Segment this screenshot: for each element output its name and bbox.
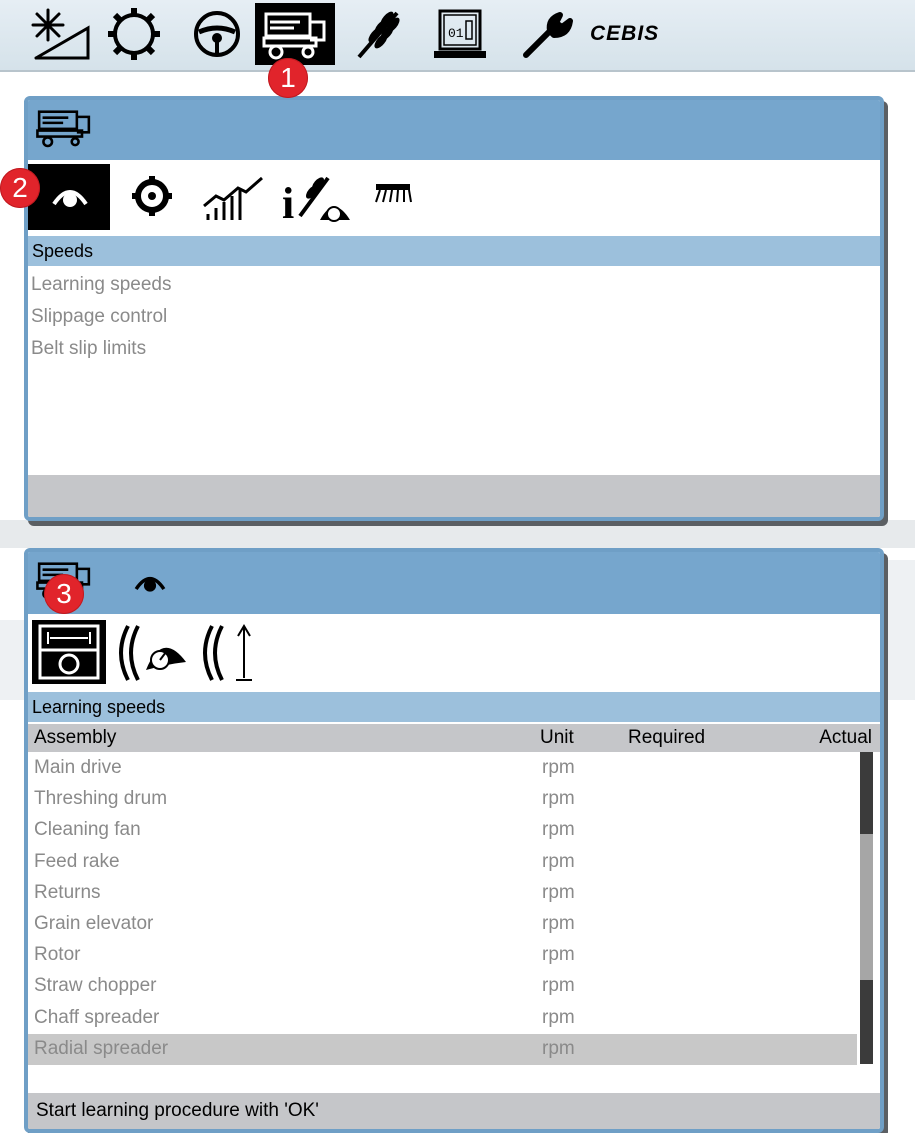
callout-marker-2: 2 [0,168,40,208]
assembly-cell: Feed rake [34,850,120,872]
menu-item-learning-speeds[interactable]: Learning speeds [31,274,172,296]
steering-wheel-icon[interactable] [186,3,248,65]
unit-cell: rpm [542,881,575,903]
svg-text:i: i [282,179,294,226]
machine-settings-window: i Speeds Learning speeds Slippage contro… [24,96,884,521]
tab-drive-height[interactable] [196,620,262,691]
speedometer-icon [132,570,168,601]
combine-harvester-icon[interactable] [255,3,335,65]
window-title-bar [28,552,880,614]
background-panel [0,520,915,548]
gear-ring-icon[interactable] [102,3,166,65]
main-toolbar: 01 CEBIS [0,0,915,72]
assembly-cell: Returns [34,881,101,903]
learning-speeds-window: Learning speeds Assembly Unit Required A… [24,548,884,1133]
status-bar: Start learning procedure with 'OK' [28,1093,880,1129]
scrollbar-thumb-top[interactable] [860,752,873,834]
comb-header-icon [375,184,412,203]
svg-text:01: 01 [448,26,464,41]
callout-marker-1: 1 [268,58,308,98]
callout-marker-3: 3 [44,574,84,614]
wrench-icon[interactable] [516,3,580,65]
assembly-cell: Main drive [34,757,122,778]
cog-icon [132,176,172,216]
table-row[interactable]: Chaff spreader rpm [28,1003,857,1034]
table-row[interactable]: Radial spreader rpm [28,1033,857,1065]
tab-speeds[interactable] [28,164,110,230]
combine-harvester-icon [34,108,94,153]
table-row[interactable]: Straw chopper rpm [28,971,857,1002]
unit-cell: rpm [542,944,575,966]
unit-cell: rpm [542,850,575,872]
terminal-display-icon[interactable]: 01 [428,3,492,65]
speedometer-icon [50,182,90,217]
column-header-actual: Actual [819,727,872,748]
assembly-cell: Chaff spreader [34,1006,160,1028]
assembly-cell: Radial spreader [34,1037,169,1059]
table-row[interactable]: Threshing drum rpm [28,784,857,815]
assembly-cell: Straw chopper [34,975,157,997]
unit-cell: rpm [542,819,575,841]
unit-cell: rpm [542,757,575,778]
learning-tab-strip [28,614,880,688]
assembly-cell: Grain elevator [34,913,154,934]
learn-range-icon [38,624,100,685]
settings-tab-strip: i [28,160,880,232]
drive-height-icon [203,624,252,681]
unit-cell: rpm [542,975,575,997]
unit-cell: rpm [542,788,575,810]
table-row[interactable]: Cleaning fan rpm [28,815,857,846]
info-grain-gauge-icon: i [282,176,350,228]
tab-drive-gauge[interactable] [112,620,192,691]
section-title: Learning speeds [28,692,880,722]
ramp-bars-icon [203,176,263,220]
tab-learn-range[interactable] [32,620,106,684]
unit-cell: rpm [542,1006,575,1028]
scrollbar-thumb-bottom[interactable] [860,980,873,1064]
unit-cell: rpm [542,913,575,934]
grain-ear-icon[interactable] [350,3,406,65]
assembly-cell: Threshing drum [34,788,168,810]
tab-cog[interactable] [130,174,174,223]
assembly-cell: Cleaning fan [34,819,141,841]
column-header-unit: Unit [540,727,574,748]
window-footer [28,475,880,517]
table-row[interactable]: Feed rake rpm [28,847,857,878]
tab-info-grain[interactable]: i [282,168,356,231]
tab-ramp[interactable] [198,170,268,229]
table-row[interactable]: Rotor rpm [28,940,857,971]
menu-item-slippage-control[interactable]: Slippage control [31,306,167,328]
unit-cell: rpm [542,1037,575,1059]
table-row[interactable]: Returns rpm [28,878,857,909]
column-header-assembly: Assembly [34,727,117,748]
section-title: Speeds [28,236,880,266]
table-header: Assembly Unit Required Actual [28,724,880,752]
assembly-cell: Rotor [34,944,81,966]
column-header-required: Required [628,727,706,748]
table-row[interactable]: Grain elevator rpm [28,909,857,940]
cebis-brand-label: CEBIS [590,22,660,45]
window-title-bar [28,100,880,160]
table-row[interactable]: Main drive rpm [28,753,857,784]
status-text: Start learning procedure with 'OK' [36,1100,319,1121]
background-panel-right [880,560,915,700]
menu-item-belt-slip-limits[interactable]: Belt slip limits [31,338,146,360]
sun-slope-icon[interactable] [26,3,96,65]
tab-header[interactable] [374,182,414,211]
table-scrollbar[interactable] [860,752,873,1064]
drive-gauge-icon [119,625,186,681]
